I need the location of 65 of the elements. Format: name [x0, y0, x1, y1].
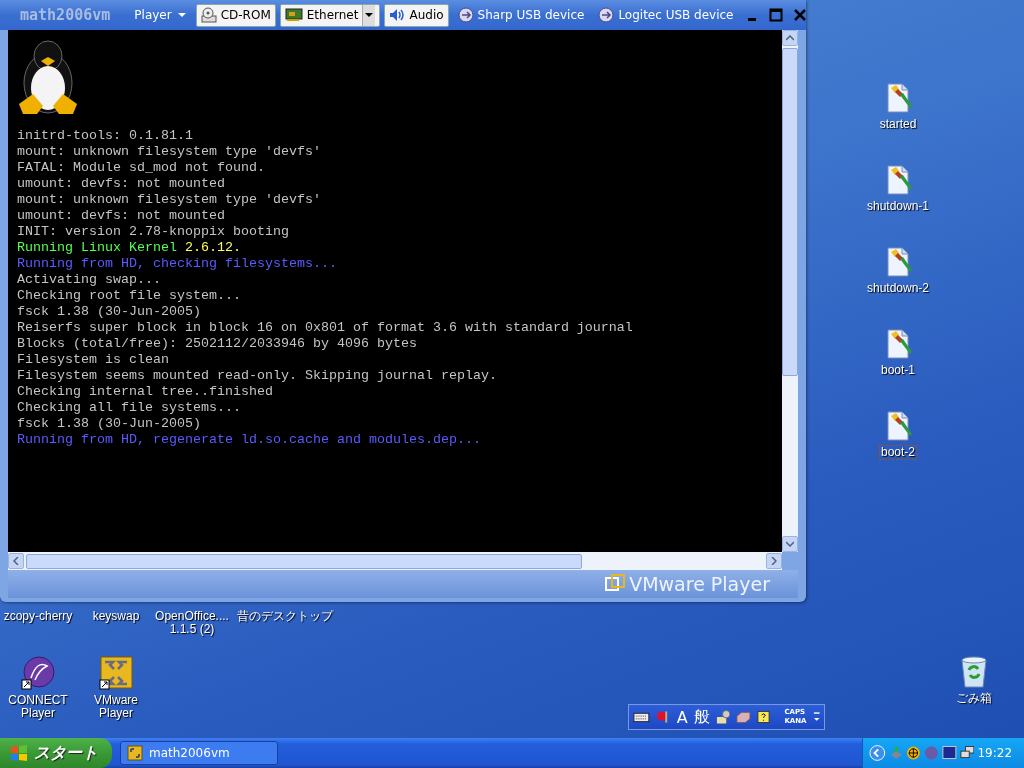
vertical-scrollbar[interactable] [782, 30, 798, 552]
console-line: Reiserfs super block in block 16 on 0x801 of format 3.6 with standard journal [17, 320, 634, 336]
console-line: Checking all file systems... [17, 400, 242, 416]
keyboard-icon[interactable] [633, 711, 650, 723]
horizontal-scrollbar[interactable] [8, 552, 782, 570]
device-button[interactable]: Sharp USB device [452, 3, 590, 27]
console-line: Checking internal tree..finished [17, 384, 274, 400]
window-title: math2006vm [20, 6, 111, 24]
console-line: Blocks (total/free): 2502112/2033946 by 4096 bytes [17, 336, 418, 352]
icon-label[interactable]: boot-1 [880, 364, 916, 377]
console-line: fsck 1.38 (30-Jun-2005) [17, 304, 202, 320]
device-button[interactable]: Ethernet [279, 3, 381, 27]
console-line: Checking root file system... [17, 288, 242, 304]
console-line: umount: devfs: not mounted [17, 208, 226, 224]
clock: 19:22 [977, 746, 1013, 760]
recycle-bin-icon [959, 656, 989, 688]
expand-tray-icon[interactable] [869, 744, 886, 762]
dropdown-caret-icon[interactable] [362, 4, 376, 26]
console-line: Filesystem is clean [17, 352, 170, 368]
monitor-icon[interactable] [941, 745, 957, 761]
console-line: Filesystem seems mounted read-only. Skipping journal replay. [17, 368, 498, 384]
icon-label[interactable]: started [878, 118, 918, 131]
usb-icon [598, 7, 615, 23]
disc-drive-icon [200, 7, 217, 23]
icon-label[interactable]: ごみ箱 [955, 692, 993, 705]
console-line: initrd-tools: 0.1.81.1 [17, 128, 194, 144]
windows-flag-icon [10, 744, 28, 762]
icon-label[interactable]: CONNECT Player [4, 694, 72, 720]
input-mode-button[interactable]: A [676, 707, 688, 727]
globe-icon[interactable] [906, 745, 922, 761]
start-button[interactable]: スタート [0, 738, 112, 768]
icon-label[interactable]: 昔のデスクトップ [236, 610, 334, 623]
brand-name: VMware Player [629, 573, 770, 595]
console-line: INIT: version 2.78-knoppix booting [17, 224, 290, 240]
device-button[interactable]: Audio [384, 3, 449, 27]
icon-label[interactable]: VMware Player [82, 694, 150, 720]
console-line: Running from HD, checking filesystems... [17, 256, 338, 272]
console-line: umount: devfs: not mounted [17, 176, 226, 192]
device-button[interactable]: CD-ROM [195, 3, 276, 27]
console-line: Running Linux Kernel 2.6.12. [17, 240, 242, 256]
console-line: Running from HD, regenerate ld.so.cache and modules.dep... [17, 432, 482, 448]
network-card-icon [284, 8, 303, 22]
taskbar-button[interactable]: math2006vm [120, 741, 278, 765]
device-button[interactable]: Logitec USB device [593, 3, 739, 27]
console-line: Activating swap... [17, 272, 162, 288]
help-icon[interactable] [757, 710, 771, 724]
player-menu[interactable]: Player [128, 8, 192, 22]
icon-label[interactable]: keyswap [91, 610, 141, 623]
vmware-logo-icon [605, 574, 626, 594]
icon-label[interactable]: shutdown-1 [865, 200, 930, 213]
computers-icon[interactable] [959, 745, 975, 761]
console-line: mount: unknown filesystem type 'devfs' [17, 192, 322, 208]
app-icon [127, 745, 143, 761]
icon-label[interactable]: zcopy-cherry [2, 610, 74, 623]
console-line: fsck 1.38 (30-Jun-2005) [17, 416, 202, 432]
minimize-icon [747, 17, 756, 21]
console-line: mount: unknown filesystem type 'devfs' [17, 144, 322, 160]
icon-label[interactable]: boot-2 [880, 446, 916, 459]
dictionary-button[interactable]: 般 [693, 706, 710, 728]
console-line: FATAL: Module sd_mod not found. [17, 160, 266, 176]
vmware-player-icon [99, 656, 133, 690]
speaker-icon [389, 7, 406, 23]
usb-icon [457, 7, 474, 23]
connect-player-icon [21, 656, 55, 690]
icon-label[interactable]: shutdown-2 [865, 282, 930, 295]
